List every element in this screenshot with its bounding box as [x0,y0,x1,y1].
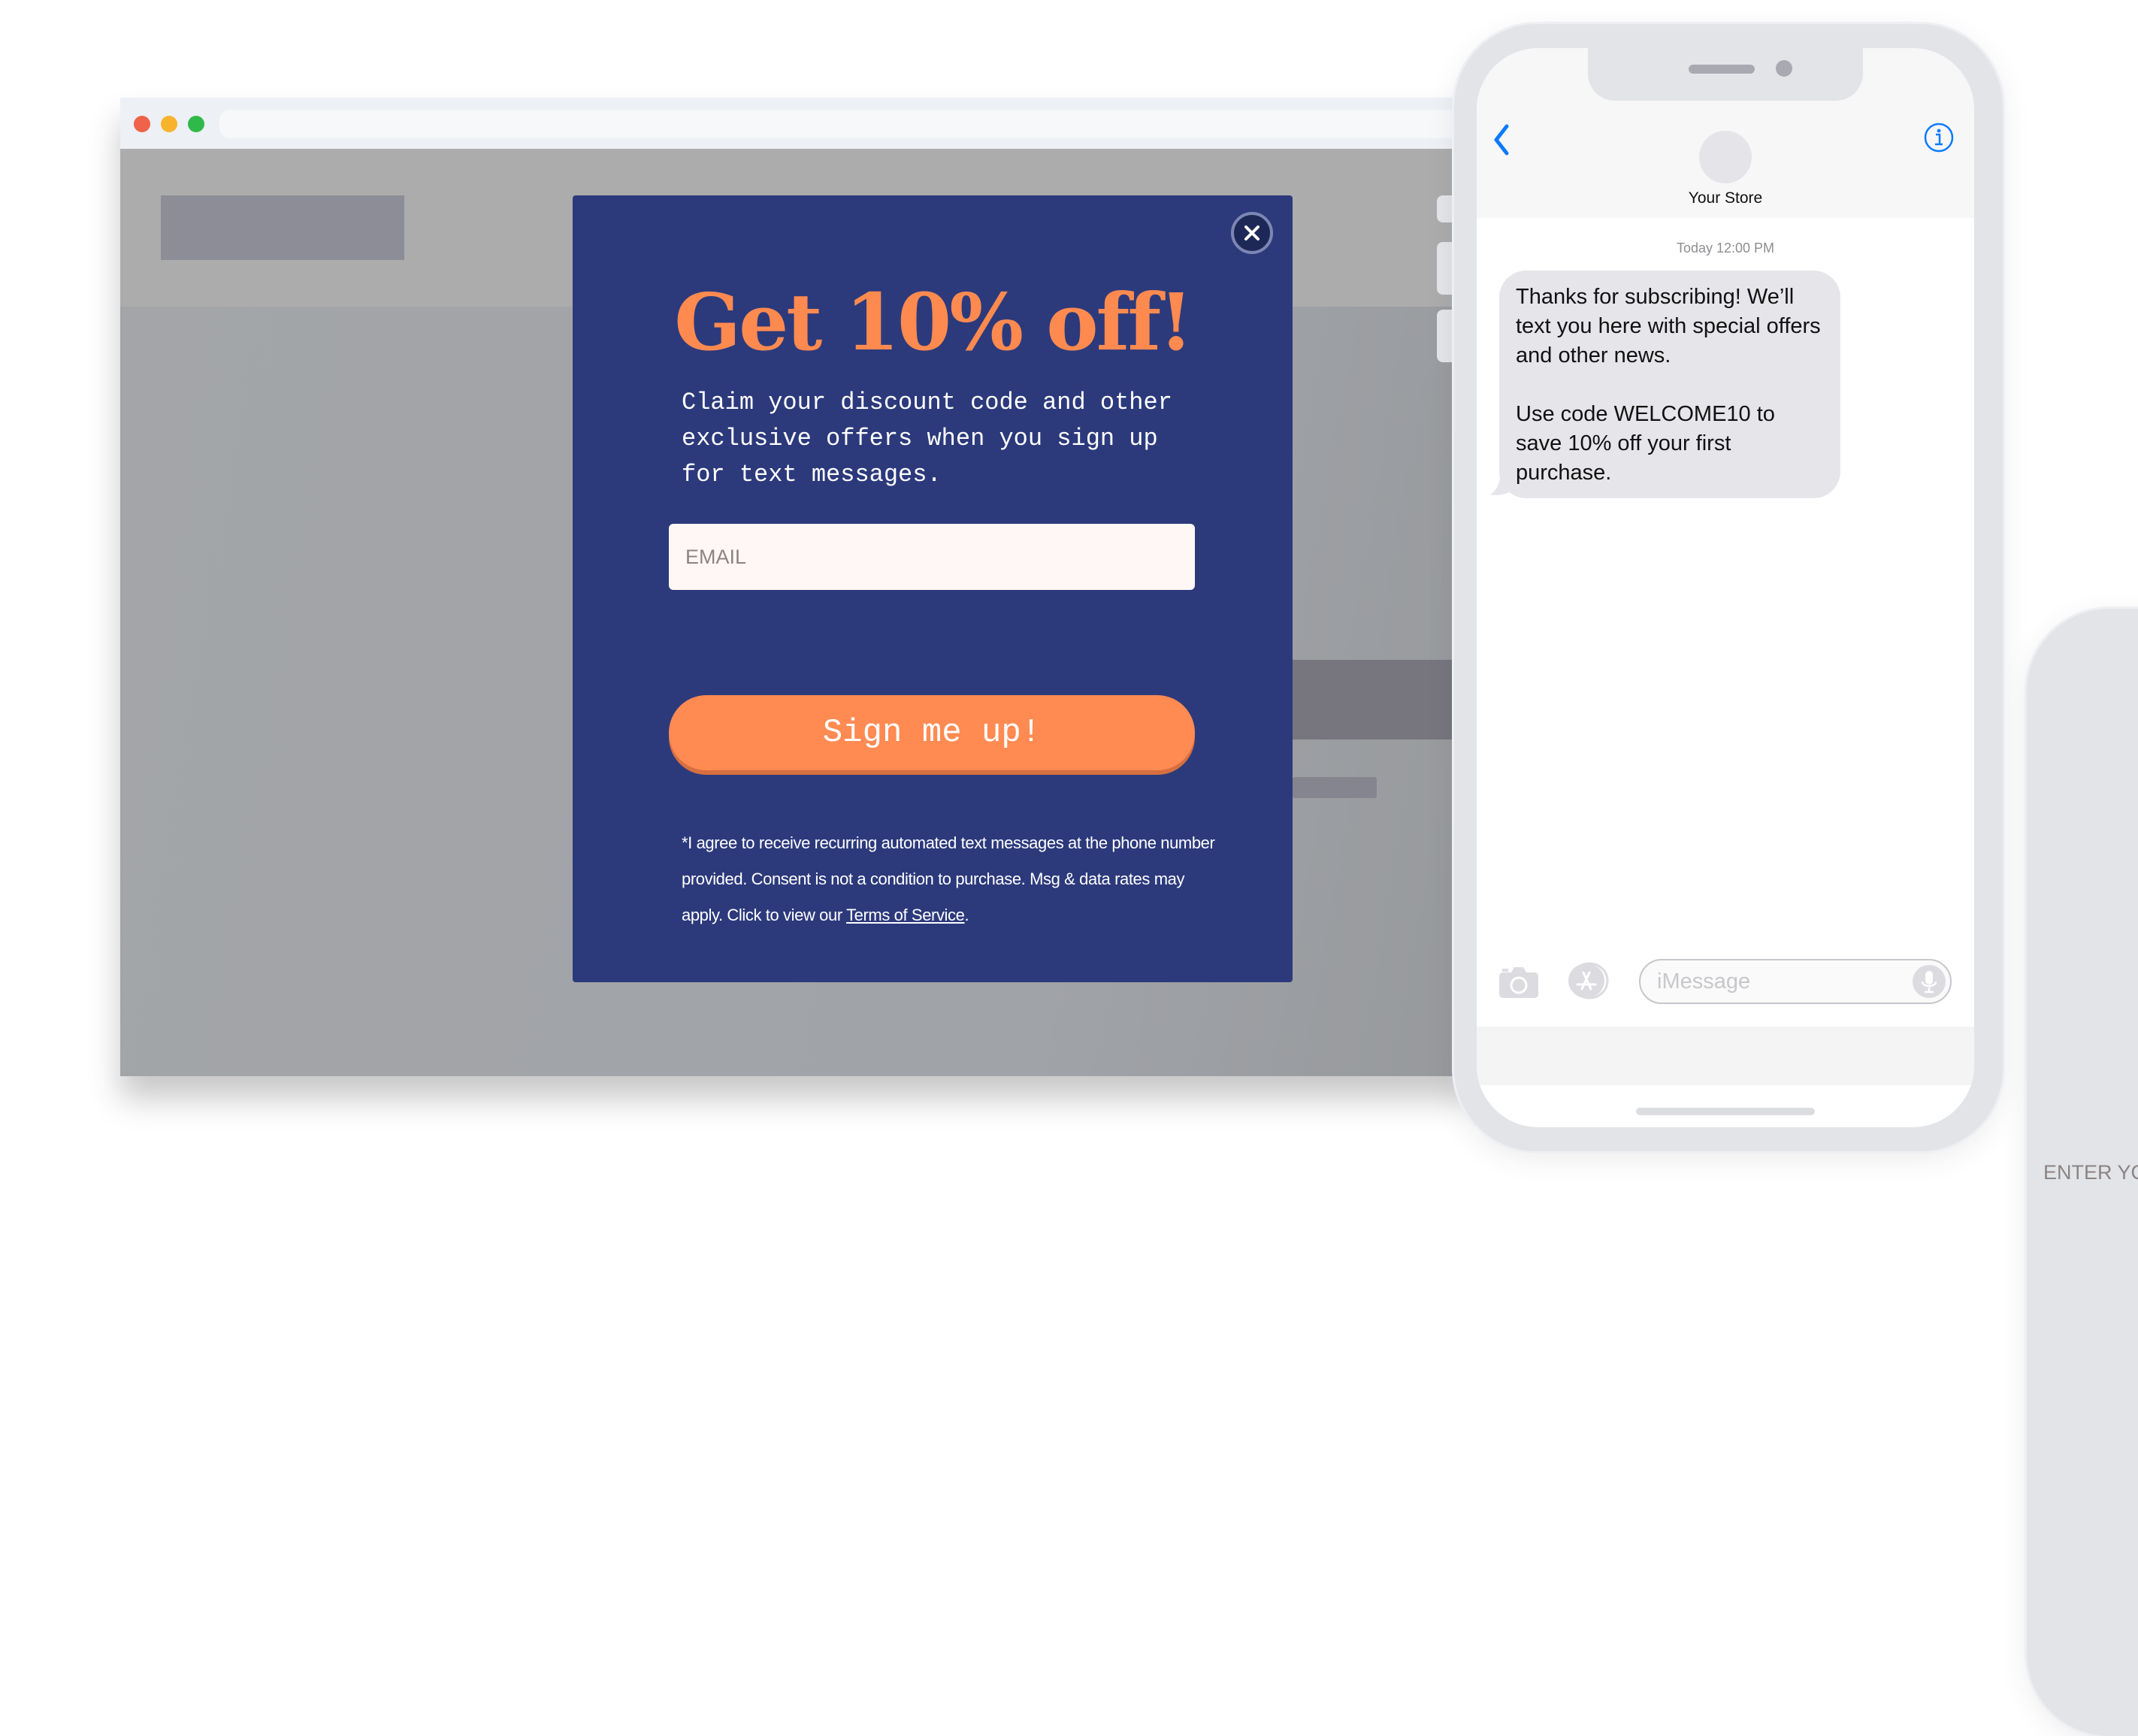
popup-subtext: Claim your discount code and other exclu… [682,389,1172,488]
close-popup-button[interactable] [1231,212,1273,254]
popup-headline: Get 10% off! [674,276,1193,368]
signup-popup: Get 10% off! Claim your discount code an… [573,195,2138,1736]
message-timestamp: Today 12:00 PM [1676,240,1775,256]
speaker-grille [1689,65,1755,74]
message-paragraph: Thanks for subscribing! We’ll text you h… [1516,285,1821,367]
contact-avatar[interactable] [1699,131,1752,183]
phone-number-input[interactable] [2027,609,2138,1736]
consent-disclaimer: *I agree to receive recurring automated … [682,825,1223,933]
message-paragraph: Use code WELCOME10 to save 10% off your … [1516,402,1775,485]
keyboard-area [1477,1027,1974,1085]
window-maximize-button[interactable] [188,116,204,132]
terms-of-service-link[interactable]: Terms of Service [846,906,965,924]
phone-mockup: Your Store Today 12:00 PM Thanks for sub… [1454,24,2003,1151]
site-logo-placeholder [161,195,404,260]
phone-screen: Your Store Today 12:00 PM Thanks for sub… [1477,48,1974,1127]
camera-icon[interactable] [1498,965,1540,1000]
phone-notch [1588,48,1863,101]
close-x-icon [1244,225,1260,240]
home-indicator[interactable] [1636,1108,1815,1115]
text-line-placeholder [1293,777,1377,798]
app-store-icon[interactable] [1567,962,1613,1000]
content-band-placeholder [1293,660,1473,739]
imessage-placeholder: iMessage [1657,969,1751,994]
window-close-button[interactable] [134,116,150,132]
message-compose-bar: iMessage [1477,942,1974,1025]
browser-titlebar [120,98,1473,149]
front-camera [1776,60,1792,77]
chevron-left-icon[interactable] [1490,122,1513,158]
consent-end: . [964,906,969,924]
contact-name[interactable]: Your Store [1477,189,1974,207]
info-icon[interactable] [1923,122,1955,153]
imessage-input[interactable]: iMessage [1639,959,1952,1004]
sign-up-button[interactable]: Sign me up! [669,695,1195,770]
window-minimize-button[interactable] [161,116,177,132]
address-bar[interactable] [219,110,1473,138]
received-message-bubble: Thanks for subscribing! We’ll text you h… [1499,271,1840,498]
email-input[interactable] [669,524,1195,590]
mic-glyph [1921,971,1937,994]
microphone-icon[interactable] [1913,965,1946,998]
